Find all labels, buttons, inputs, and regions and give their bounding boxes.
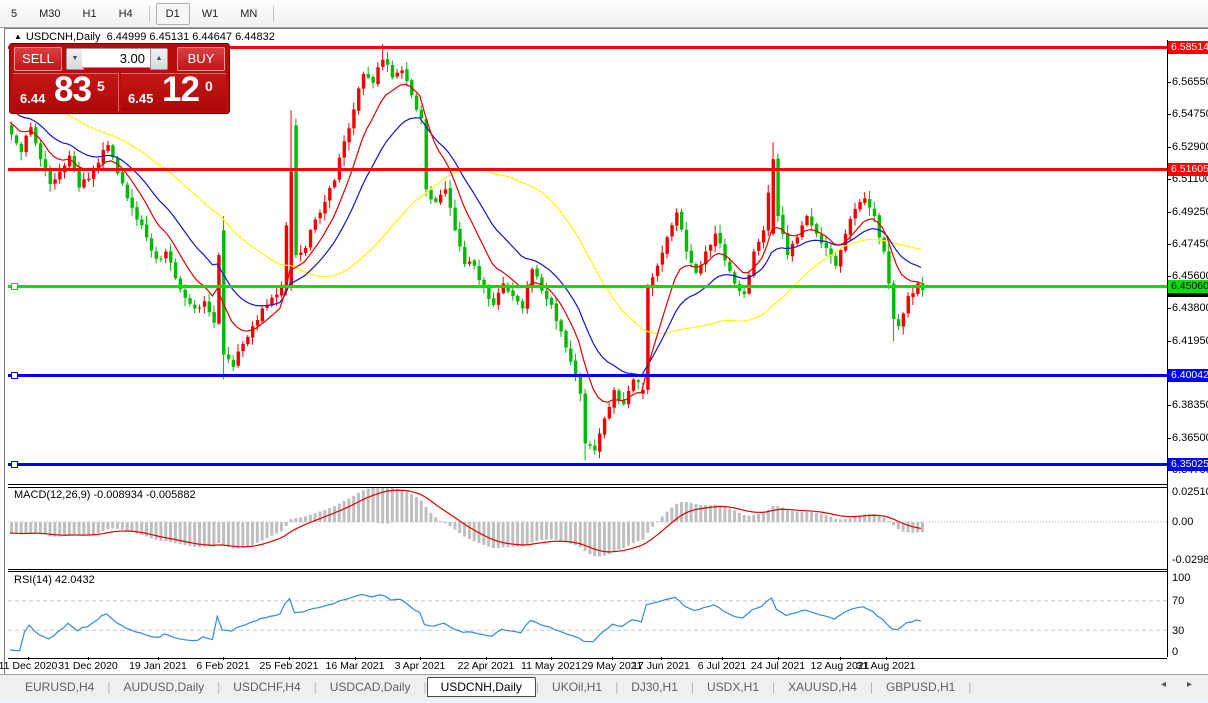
rsi-panel[interactable] — [8, 571, 1167, 659]
timeframe-button-mn[interactable]: MN — [230, 3, 267, 25]
chart-title: ▲ USDCNH,Daily 6.44999 6.45131 6.44647 6.… — [14, 31, 275, 43]
one-click-trade-panel: SELL ▼ 3.00 ▲ BUY 6.44 83 5 6.45 12 0 — [9, 43, 230, 114]
price-tick-label: 6.38350 — [1172, 399, 1208, 411]
timeframe-button-d1[interactable]: D1 — [156, 3, 190, 25]
sell-price-big: 83 — [54, 70, 91, 110]
timeframe-toolbar: 5M30H1H4 D1W1MN — [0, 0, 1208, 28]
timeframe-button-m30[interactable]: M30 — [29, 3, 70, 25]
spread-increase-button[interactable]: ▲ — [150, 48, 168, 70]
tab-usdx[interactable]: USDX,H1 — [694, 677, 772, 697]
rsi-axis-label: 0 — [1172, 646, 1178, 658]
tab-ukoil[interactable]: UKOil,H1 — [539, 677, 615, 697]
rsi-axis-label: 30 — [1172, 625, 1184, 637]
buy-price-big: 12 — [162, 70, 199, 110]
sell-price-pip: 5 — [97, 78, 105, 94]
rsi-axis-label: 70 — [1172, 595, 1184, 607]
level-price-label: 6.45060 — [1168, 280, 1208, 293]
price-tick-label: 6.49250 — [1172, 206, 1208, 218]
date-label: 24 Jul 2021 — [751, 660, 805, 672]
rsi-label: RSI(14) 42.0432 — [14, 574, 95, 586]
macd-axis-label: 0.00 — [1172, 516, 1193, 528]
buy-price[interactable]: 6.45 12 0 — [121, 73, 226, 111]
level-anchor-marker[interactable] — [11, 283, 18, 290]
macd-axis-label: 0.025108 — [1172, 486, 1208, 498]
price-tick-label: 6.47450 — [1172, 238, 1208, 250]
price-tick-label: 6.54750 — [1172, 108, 1208, 120]
date-label: 11 May 2021 — [521, 660, 581, 672]
tab-usdchf[interactable]: USDCHF,H4 — [220, 677, 313, 697]
tab-gbpusd[interactable]: GBPUSD,H1 — [873, 677, 968, 697]
buy-price-pip: 0 — [205, 78, 213, 94]
timeframe-button-h1[interactable]: H1 — [73, 3, 107, 25]
window-bottom-strip — [0, 698, 1208, 703]
price-tick-label: 6.52900 — [1172, 141, 1208, 153]
level-price-label: 6.35025 — [1168, 458, 1208, 471]
tab-usdcad[interactable]: USDCAD,Daily — [317, 677, 424, 697]
tab-dj30[interactable]: DJ30,H1 — [618, 677, 691, 697]
level-price-label: 6.51605 — [1168, 163, 1208, 176]
rsi-axis-label: 100 — [1172, 572, 1190, 584]
tab-scroll-buttons[interactable]: ◂ ▸ — [1161, 679, 1200, 690]
buy-price-handle: 6.45 — [128, 91, 153, 106]
collapse-triangle-icon[interactable]: ▲ — [14, 32, 22, 41]
level-price-label: 6.40042 — [1168, 369, 1208, 382]
tab-audusd[interactable]: AUDUSD,Daily — [110, 677, 217, 697]
date-label: 17 Jun 2021 — [632, 660, 690, 672]
date-label: 11 Dec 2020 — [0, 660, 57, 672]
ohlc-values: 6.44999 6.45131 6.44647 6.44832 — [107, 31, 275, 43]
price-axis-line — [1167, 40, 1168, 657]
buy-button[interactable]: BUY — [177, 47, 225, 71]
date-label: 19 Jan 2021 — [129, 660, 187, 672]
level-price-label: 6.58514 — [1168, 41, 1208, 54]
timeframe-button-5[interactable]: 5 — [1, 3, 27, 25]
sell-button[interactable]: SELL — [14, 47, 62, 71]
level-anchor-marker[interactable] — [11, 372, 18, 379]
tab-scroll-right-icon[interactable]: ▸ — [1187, 679, 1200, 690]
date-label: 3 Apr 2021 — [395, 660, 446, 672]
chart-tab-bar: EURUSD,H4|AUDUSD,Daily|USDCHF,H4|USDCAD,… — [0, 674, 1208, 698]
date-label: 6 Feb 2021 — [196, 660, 249, 672]
date-label: 22 Apr 2021 — [458, 660, 515, 672]
toolbar-separator — [149, 6, 150, 22]
symbol-name: USDCNH,Daily — [26, 31, 101, 43]
price-tick-label: 6.36500 — [1172, 432, 1208, 444]
trade-panel-top-row: SELL ▼ 3.00 ▲ BUY — [10, 44, 229, 71]
date-label: 6 Jul 2021 — [698, 660, 746, 672]
tab-eurusd[interactable]: EURUSD,H4 — [12, 677, 107, 697]
timeframe-button-w1[interactable]: W1 — [192, 3, 229, 25]
price-level-line[interactable] — [8, 374, 1167, 377]
toolbar-separator — [273, 6, 274, 22]
price-tick-label: 6.41950 — [1172, 335, 1208, 347]
timeframe-button-h4[interactable]: H4 — [109, 3, 143, 25]
date-label: 31 Aug 2021 — [857, 660, 916, 672]
level-anchor-marker[interactable] — [11, 461, 18, 468]
tab-separator: | — [968, 680, 971, 694]
date-label: 31 Dec 2020 — [58, 660, 118, 672]
price-tick-label: 6.56550 — [1172, 76, 1208, 88]
tab-xauusd[interactable]: XAUUSD,H4 — [775, 677, 870, 697]
spread-input[interactable]: 3.00 — [82, 48, 150, 68]
sell-price[interactable]: 6.44 83 5 — [13, 73, 119, 111]
price-level-line[interactable] — [8, 463, 1167, 466]
price-level-line[interactable] — [8, 168, 1167, 171]
tab-usdcnh[interactable]: USDCNH,Daily — [427, 677, 536, 697]
macd-axis-label: -0.02988 — [1172, 554, 1208, 566]
macd-label: MACD(12,26,9) -0.008934 -0.005882 — [14, 489, 196, 501]
date-label: 25 Feb 2021 — [260, 660, 319, 672]
sell-price-handle: 6.44 — [20, 91, 45, 106]
price-tick-label: 6.43800 — [1172, 302, 1208, 314]
price-level-line[interactable] — [8, 285, 1167, 288]
date-label: 16 Mar 2021 — [326, 660, 385, 672]
tab-scroll-left-icon[interactable]: ◂ — [1161, 679, 1187, 690]
